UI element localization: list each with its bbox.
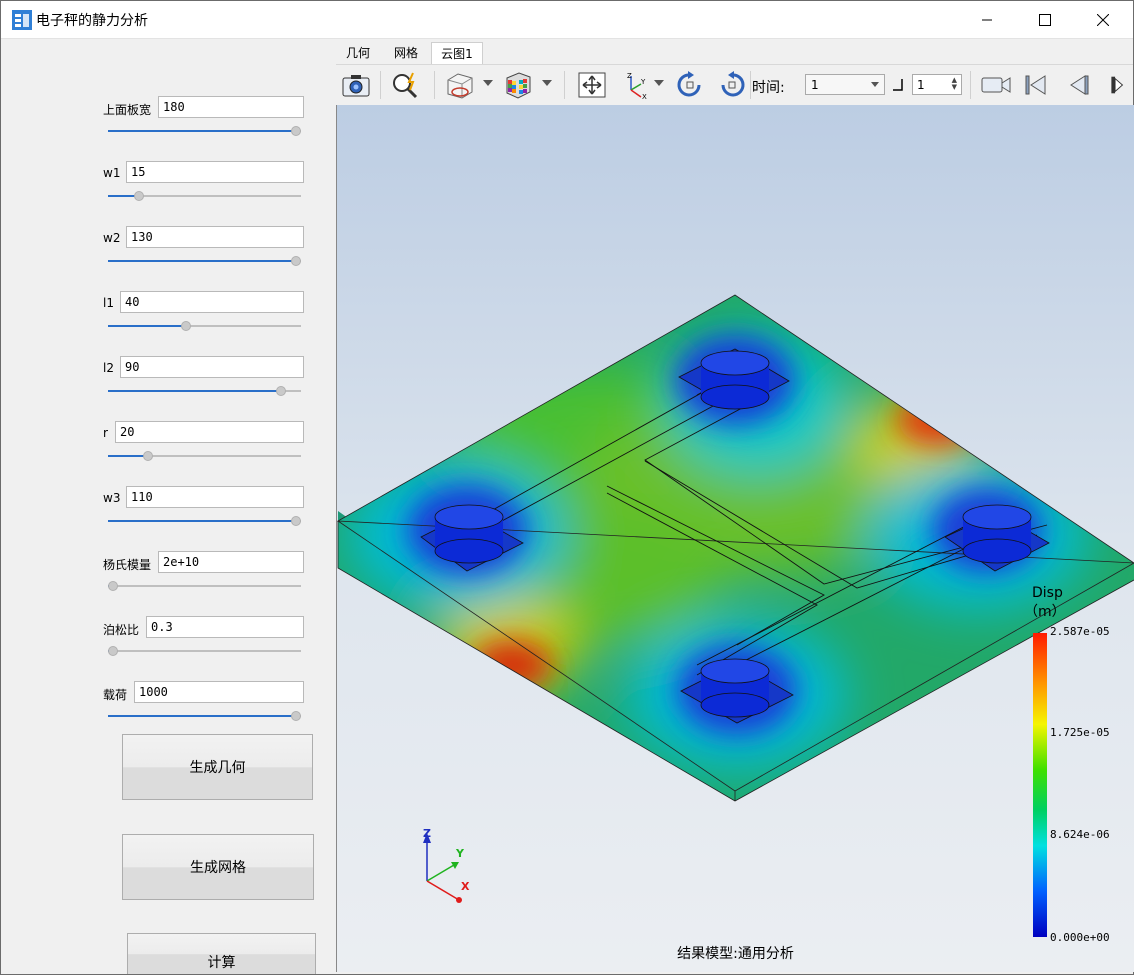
param-slider[interactable] xyxy=(108,319,301,333)
view-box-button[interactable] xyxy=(444,69,476,101)
fit-view-icon xyxy=(578,72,606,98)
tab-geometry[interactable]: 几何 xyxy=(335,42,381,64)
param-slider[interactable] xyxy=(108,254,301,268)
minimize-icon xyxy=(982,19,992,20)
axis-y-label: Y xyxy=(456,847,464,860)
param-input-w1[interactable]: 15 xyxy=(126,161,304,183)
step-spinbox-value: 1 xyxy=(917,78,925,92)
param-slider[interactable] xyxy=(108,189,301,203)
rotate-left-icon xyxy=(677,71,701,97)
time-select[interactable]: 1 xyxy=(805,74,885,95)
next-frame-icon xyxy=(1111,76,1124,94)
axis-x-label: X xyxy=(461,880,470,893)
main-window: 电子秤的静力分析 上面板宽 180 w1 15 w2 130 l1 40 l2 … xyxy=(0,0,1134,975)
param-input-w2[interactable]: 130 xyxy=(126,226,304,248)
legend-tick: 8.624e-06 xyxy=(1050,828,1110,841)
param-label: r xyxy=(103,426,108,440)
record-icon xyxy=(981,77,1011,93)
legend-color-bar xyxy=(1033,633,1047,937)
legend-tick: 1.725e-05 xyxy=(1050,726,1110,739)
chevron-down-icon xyxy=(871,82,879,87)
param-input-poisson-ratio[interactable]: 0.3 xyxy=(146,616,304,638)
param-slider[interactable] xyxy=(108,709,301,723)
title-bar: 电子秤的静力分析 xyxy=(1,1,1133,39)
screenshot-button[interactable] xyxy=(340,69,372,101)
fit-view-button[interactable] xyxy=(576,69,608,101)
window-title: 电子秤的静力分析 xyxy=(36,13,148,29)
result-caption: 结果模型:通用分析 xyxy=(677,946,794,962)
svg-text:Z: Z xyxy=(627,72,632,80)
compute-button[interactable]: 计算 xyxy=(127,933,316,974)
legend-title: Disp xyxy=(1032,585,1063,601)
step-spinbox[interactable]: 1 ▲ ▼ xyxy=(912,74,962,95)
time-select-value: 1 xyxy=(811,78,819,92)
first-frame-icon xyxy=(1025,75,1046,95)
axis-z-label: Z xyxy=(423,827,431,840)
svg-text:Y: Y xyxy=(640,78,646,86)
svg-text:X: X xyxy=(642,93,647,100)
view-box-icon xyxy=(447,73,473,99)
param-slider[interactable] xyxy=(108,579,301,593)
color-cube-button[interactable] xyxy=(502,69,534,101)
next-frame-button[interactable] xyxy=(1104,69,1128,101)
record-button[interactable] xyxy=(980,69,1012,101)
param-input-r[interactable]: 20 xyxy=(115,421,304,443)
axes-icon: Z Y X xyxy=(627,72,647,100)
minimize-button[interactable] xyxy=(964,1,1010,38)
param-input-youngs-modulus[interactable]: 2e+10 xyxy=(158,551,304,573)
param-label: w3 xyxy=(103,491,121,505)
param-input-load[interactable]: 1000 xyxy=(134,681,304,703)
param-slider[interactable] xyxy=(108,124,301,138)
tab-mesh[interactable]: 网格 xyxy=(381,42,431,64)
result-viewport[interactable]: Z Y X Disp （m） 2.587e-05 1.725e-05 8.624… xyxy=(336,105,1134,972)
param-label: l2 xyxy=(103,361,114,375)
legend-tick: 2.587e-05 xyxy=(1050,625,1110,638)
axis-triad xyxy=(423,833,462,903)
step-icon xyxy=(893,79,903,91)
first-frame-button[interactable] xyxy=(1020,69,1052,101)
generate-mesh-button[interactable]: 生成网格 xyxy=(122,834,314,900)
spin-arrows-icon[interactable]: ▲ ▼ xyxy=(952,77,957,91)
param-slider[interactable] xyxy=(108,384,301,398)
param-label: 上面板宽 xyxy=(103,103,152,117)
viewer-toolbar: Z Y X 时间: 1 1 ▲ ▼ xyxy=(336,64,1133,106)
prev-frame-button[interactable] xyxy=(1062,69,1094,101)
param-label: l1 xyxy=(103,296,114,310)
tab-contour[interactable]: 云图1 xyxy=(431,42,483,64)
param-input-panel-width[interactable]: 180 xyxy=(158,96,304,118)
rotate-left-button[interactable] xyxy=(674,69,706,101)
param-input-l2[interactable]: 90 xyxy=(120,356,304,378)
time-label: 时间: xyxy=(752,80,785,96)
param-input-w3[interactable]: 110 xyxy=(126,486,304,508)
axes-view-button[interactable]: Z Y X xyxy=(618,69,650,101)
color-cube-icon xyxy=(506,72,531,99)
view-box-dropdown[interactable] xyxy=(483,80,493,86)
param-input-l1[interactable]: 40 xyxy=(120,291,304,313)
close-button[interactable] xyxy=(1080,1,1126,38)
param-slider[interactable] xyxy=(108,644,301,658)
contour-plot xyxy=(337,294,1134,937)
param-slider[interactable] xyxy=(108,514,301,528)
param-label: w2 xyxy=(103,231,121,245)
zoom-icon xyxy=(393,72,418,99)
maximize-icon xyxy=(1039,13,1051,26)
rotate-right-icon xyxy=(721,71,745,97)
camera-icon xyxy=(342,75,370,97)
param-label: 杨氏模量 xyxy=(103,558,152,572)
app-icon xyxy=(12,10,32,30)
legend-unit: （m） xyxy=(1024,604,1066,620)
param-slider[interactable] xyxy=(108,449,301,463)
maximize-button[interactable] xyxy=(1022,1,1068,38)
rotate-right-button[interactable] xyxy=(716,69,748,101)
param-label: w1 xyxy=(103,166,121,180)
axes-view-dropdown[interactable] xyxy=(654,80,664,86)
prev-frame-icon xyxy=(1070,75,1089,95)
param-label: 泊松比 xyxy=(103,623,140,637)
zoom-button[interactable] xyxy=(390,69,422,101)
parameter-panel: 上面板宽 180 w1 15 w2 130 l1 40 l2 90 r 20 w… xyxy=(1,39,331,974)
close-icon xyxy=(1097,13,1109,26)
color-cube-dropdown[interactable] xyxy=(542,80,552,86)
generate-geometry-button[interactable]: 生成几何 xyxy=(122,734,313,800)
param-label: 载荷 xyxy=(103,688,128,702)
